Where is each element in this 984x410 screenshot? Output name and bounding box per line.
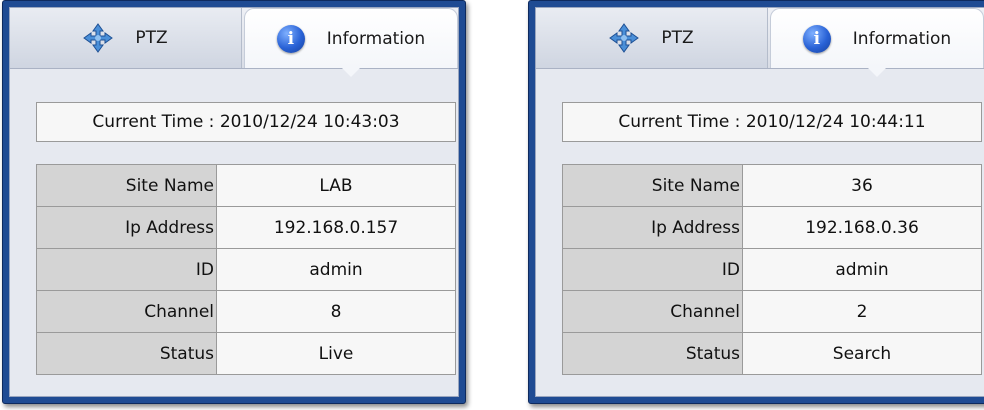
tab-ptz-label: PTZ bbox=[135, 28, 168, 48]
status-key: Status bbox=[36, 332, 217, 375]
site-name-key: Site Name bbox=[36, 164, 217, 207]
channel-value: 8 bbox=[216, 290, 456, 333]
info-icon: i bbox=[276, 24, 305, 53]
id-value: admin bbox=[742, 248, 982, 291]
current-time-box: Current Time : 2010/12/24 10:44:11 bbox=[562, 102, 982, 142]
tab-ptz-label: PTZ bbox=[661, 28, 694, 48]
table-row: Status Live bbox=[36, 332, 456, 375]
ip-address-value: 192.168.0.36 bbox=[742, 206, 982, 249]
info-table: Site Name LAB Ip Address 192.168.0.157 I… bbox=[36, 164, 456, 375]
status-value: Search bbox=[742, 332, 982, 375]
tab-information[interactable]: i Information bbox=[244, 8, 458, 77]
info-panel-right: PTZ i Information Current Time : 2010/12… bbox=[528, 0, 984, 404]
info-table: Site Name 36 Ip Address 192.168.0.36 ID … bbox=[562, 164, 982, 375]
tab-information[interactable]: i Information bbox=[770, 8, 984, 77]
info-panel-left: PTZ i Information Current Time : 2010/12… bbox=[2, 0, 466, 404]
current-time-label: Current Time : bbox=[92, 112, 215, 132]
table-row: Site Name LAB bbox=[36, 164, 456, 207]
current-time-box: Current Time : 2010/12/24 10:43:03 bbox=[36, 102, 456, 142]
current-time-label: Current Time : bbox=[618, 112, 741, 132]
site-name-key: Site Name bbox=[562, 164, 743, 207]
table-row: ID admin bbox=[36, 248, 456, 291]
panel-body: PTZ i Information Current Time : 2010/12… bbox=[9, 7, 459, 397]
id-value: admin bbox=[216, 248, 456, 291]
table-row: ID admin bbox=[562, 248, 982, 291]
table-row: Channel 8 bbox=[36, 290, 456, 333]
tab-bar: PTZ i Information bbox=[536, 8, 984, 77]
ip-address-value: 192.168.0.157 bbox=[216, 206, 456, 249]
tab-information-label: Information bbox=[326, 28, 426, 49]
tab-information-label: Information bbox=[852, 28, 952, 49]
channel-value: 2 bbox=[742, 290, 982, 333]
move-arrows-icon bbox=[83, 23, 114, 53]
id-key: ID bbox=[36, 248, 217, 291]
ip-address-key: Ip Address bbox=[36, 206, 217, 249]
table-row: Ip Address 192.168.0.36 bbox=[562, 206, 982, 249]
table-row: Ip Address 192.168.0.157 bbox=[36, 206, 456, 249]
tab-ptz[interactable]: PTZ bbox=[536, 8, 768, 68]
info-icon: i bbox=[802, 24, 831, 53]
status-key: Status bbox=[562, 332, 743, 375]
current-time-value: 2010/12/24 10:44:11 bbox=[745, 112, 926, 132]
table-row: Site Name 36 bbox=[562, 164, 982, 207]
tab-bar: PTZ i Information bbox=[10, 8, 458, 77]
channel-key: Channel bbox=[562, 290, 743, 333]
id-key: ID bbox=[562, 248, 743, 291]
site-name-value: LAB bbox=[216, 164, 456, 207]
panel-body: PTZ i Information Current Time : 2010/12… bbox=[535, 7, 984, 397]
table-row: Status Search bbox=[562, 332, 982, 375]
current-time-value: 2010/12/24 10:43:03 bbox=[219, 112, 400, 132]
table-row: Channel 2 bbox=[562, 290, 982, 333]
channel-key: Channel bbox=[36, 290, 217, 333]
ip-address-key: Ip Address bbox=[562, 206, 743, 249]
tab-ptz[interactable]: PTZ bbox=[10, 8, 242, 68]
move-arrows-icon bbox=[609, 23, 640, 53]
site-name-value: 36 bbox=[742, 164, 982, 207]
status-value: Live bbox=[216, 332, 456, 375]
